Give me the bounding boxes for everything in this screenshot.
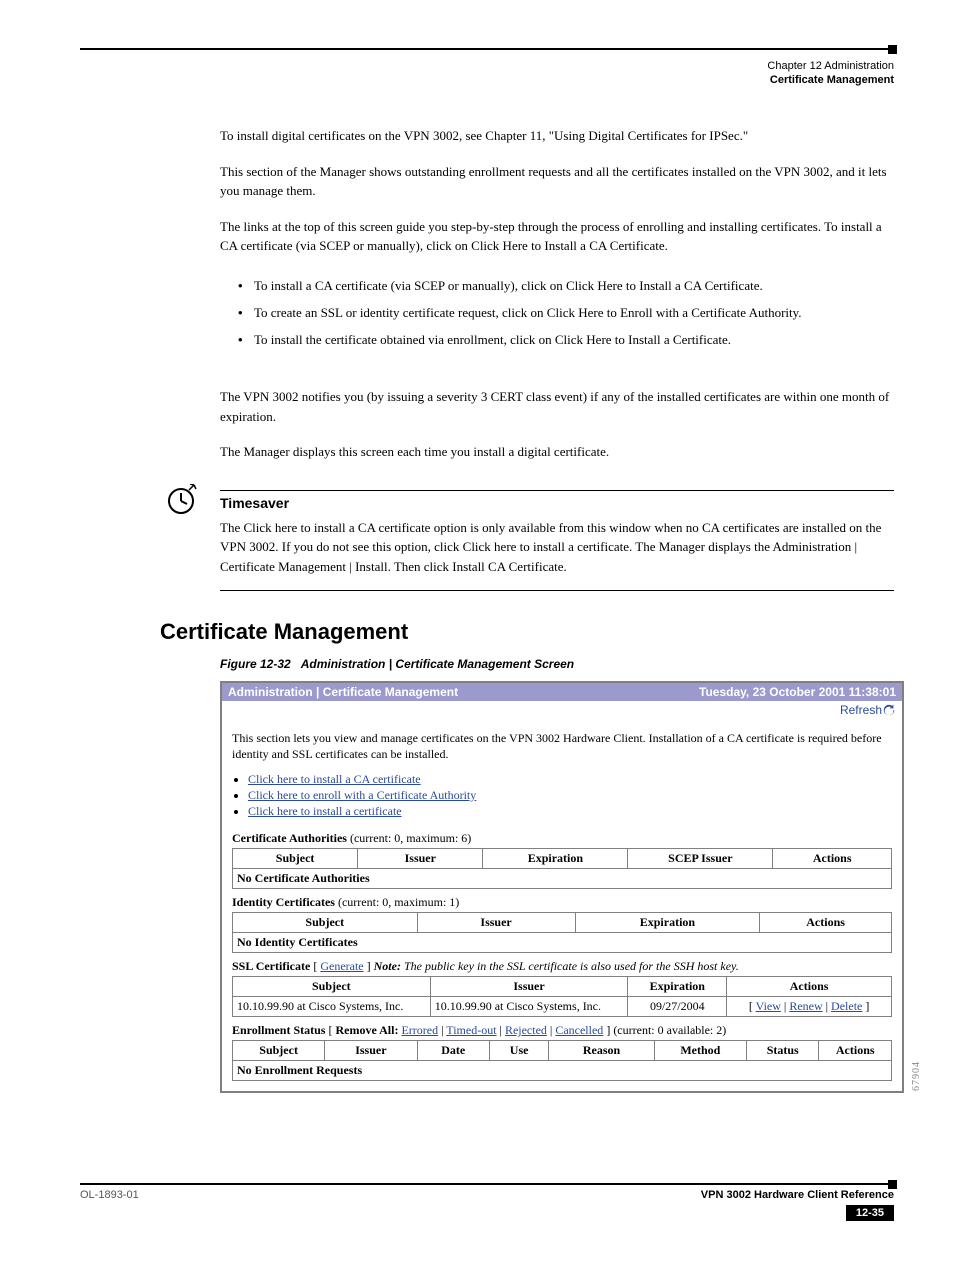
- enroll-title: Enrollment Status [ Remove All: Errored …: [232, 1023, 892, 1038]
- intro-p4: The VPN 3002 notifies you (by issuing a …: [220, 387, 894, 426]
- ca-col-exp: Expiration: [483, 849, 628, 869]
- enroll-table: Subject Issuer Date Use Reason Method St…: [232, 1040, 892, 1081]
- figure-number: Figure 12-32: [220, 657, 291, 671]
- chapter-label: Chapter 12 Administration: [80, 60, 894, 72]
- ssl-title: SSL Certificate [ Generate ] Note: The p…: [232, 959, 892, 974]
- intro-p5: The Manager displays this screen each ti…: [220, 442, 894, 462]
- ssl-generate-link[interactable]: Generate: [320, 959, 363, 973]
- ssl-delete-link[interactable]: Delete: [831, 999, 862, 1013]
- intro-bullet-3: To install the certificate obtained via …: [238, 326, 894, 353]
- timesaver-body: The Click here to install a CA certifica…: [220, 518, 894, 592]
- ssl-table: Subject Issuer Expiration Actions 10.10.…: [232, 976, 892, 1017]
- section-heading: Certificate Management: [160, 619, 894, 645]
- remove-errored-link[interactable]: Errored: [401, 1023, 438, 1037]
- en-col-issuer: Issuer: [325, 1041, 417, 1061]
- en-col-date: Date: [417, 1041, 489, 1061]
- id-col-exp: Expiration: [575, 913, 760, 933]
- ssl-subject: 10.10.99.90 at Cisco Systems, Inc.: [233, 997, 431, 1017]
- ca-table: Subject Issuer Expiration SCEP Issuer Ac…: [232, 848, 892, 889]
- en-col-use: Use: [489, 1041, 548, 1061]
- intro-p2: This section of the Manager shows outsta…: [220, 162, 894, 201]
- remove-rejected-link[interactable]: Rejected: [505, 1023, 547, 1037]
- ssl-col-actions: Actions: [727, 977, 892, 997]
- identity-title: Identity Certificates (current: 0, maxim…: [232, 895, 892, 910]
- top-rule: [80, 48, 894, 50]
- install-ca-link[interactable]: Click here to install a CA certificate: [248, 772, 421, 786]
- intro-bullet-2: To create an SSL or identity certificate…: [238, 299, 894, 326]
- figure-caption: Figure 12-32 Administration | Certificat…: [220, 657, 894, 671]
- section-label: Certificate Management: [80, 74, 894, 86]
- ca-col-actions: Actions: [773, 849, 892, 869]
- en-empty: No Enrollment Requests: [233, 1061, 892, 1081]
- scr-header: Administration | Certificate Management …: [222, 683, 902, 701]
- scr-intro-text: This section lets you view and manage ce…: [232, 730, 892, 762]
- intro-p3: The links at the top of this screen guid…: [220, 217, 894, 256]
- enroll-link[interactable]: Click here to enroll with a Certificate …: [248, 788, 476, 802]
- id-col-issuer: Issuer: [417, 913, 575, 933]
- footer-book-title: VPN 3002 Hardware Client Reference: [701, 1189, 894, 1201]
- ssl-exp: 09/27/2004: [628, 997, 727, 1017]
- scr-timestamp: Tuesday, 23 October 2001 11:38:01: [699, 685, 896, 699]
- id-col-subject: Subject: [233, 913, 418, 933]
- page-footer: OL-1893-01 VPN 3002 Hardware Client Refe…: [80, 1183, 894, 1221]
- en-col-actions: Actions: [819, 1041, 892, 1061]
- install-cert-link[interactable]: Click here to install a certificate: [248, 804, 402, 818]
- ssl-view-link[interactable]: View: [756, 999, 781, 1013]
- footer-ref: OL-1893-01: [80, 1189, 139, 1201]
- intro-bullets: To install a CA certificate (via SCEP or…: [238, 272, 894, 354]
- ssl-renew-link[interactable]: Renew: [789, 999, 822, 1013]
- figure-title: Administration | Certificate Management …: [301, 657, 574, 671]
- ssl-col-subject: Subject: [233, 977, 431, 997]
- refresh-link[interactable]: Refresh: [840, 703, 896, 717]
- ca-col-issuer: Issuer: [358, 849, 483, 869]
- scr-quick-links: Click here to install a CA certificate C…: [248, 771, 892, 820]
- image-number: 67904: [911, 1061, 922, 1091]
- timesaver-icon: [164, 484, 198, 522]
- ssl-col-issuer: Issuer: [430, 977, 628, 997]
- ca-col-scep: SCEP Issuer: [628, 849, 773, 869]
- en-col-status: Status: [746, 1041, 818, 1061]
- en-col-reason: Reason: [549, 1041, 654, 1061]
- page-number: 12-35: [846, 1205, 894, 1221]
- intro-p1: To install digital certificates on the V…: [220, 126, 894, 146]
- id-col-actions: Actions: [760, 913, 892, 933]
- en-col-subject: Subject: [233, 1041, 325, 1061]
- ca-col-subject: Subject: [233, 849, 358, 869]
- en-col-method: Method: [654, 1041, 746, 1061]
- scr-breadcrumb: Administration | Certificate Management: [228, 685, 458, 699]
- ssl-issuer: 10.10.99.90 at Cisco Systems, Inc.: [430, 997, 628, 1017]
- timesaver-title: Timesaver: [220, 495, 289, 511]
- ssl-actions: [ View | Renew | Delete ]: [727, 997, 892, 1017]
- ssl-col-exp: Expiration: [628, 977, 727, 997]
- ca-empty: No Certificate Authorities: [233, 869, 892, 889]
- ca-title: Certificate Authorities (current: 0, max…: [232, 831, 892, 846]
- intro-bullet-1: To install a CA certificate (via SCEP or…: [238, 272, 894, 299]
- ssl-row: 10.10.99.90 at Cisco Systems, Inc. 10.10…: [233, 997, 892, 1017]
- remove-timedout-link[interactable]: Timed-out: [446, 1023, 496, 1037]
- identity-table: Subject Issuer Expiration Actions No Ide…: [232, 912, 892, 953]
- cert-mgmt-screenshot: Administration | Certificate Management …: [220, 681, 904, 1093]
- remove-cancelled-link[interactable]: Cancelled: [555, 1023, 603, 1037]
- id-empty: No Identity Certificates: [233, 933, 892, 953]
- timesaver-block: Timesaver The Click here to install a CA…: [220, 490, 894, 592]
- refresh-icon: [882, 704, 896, 718]
